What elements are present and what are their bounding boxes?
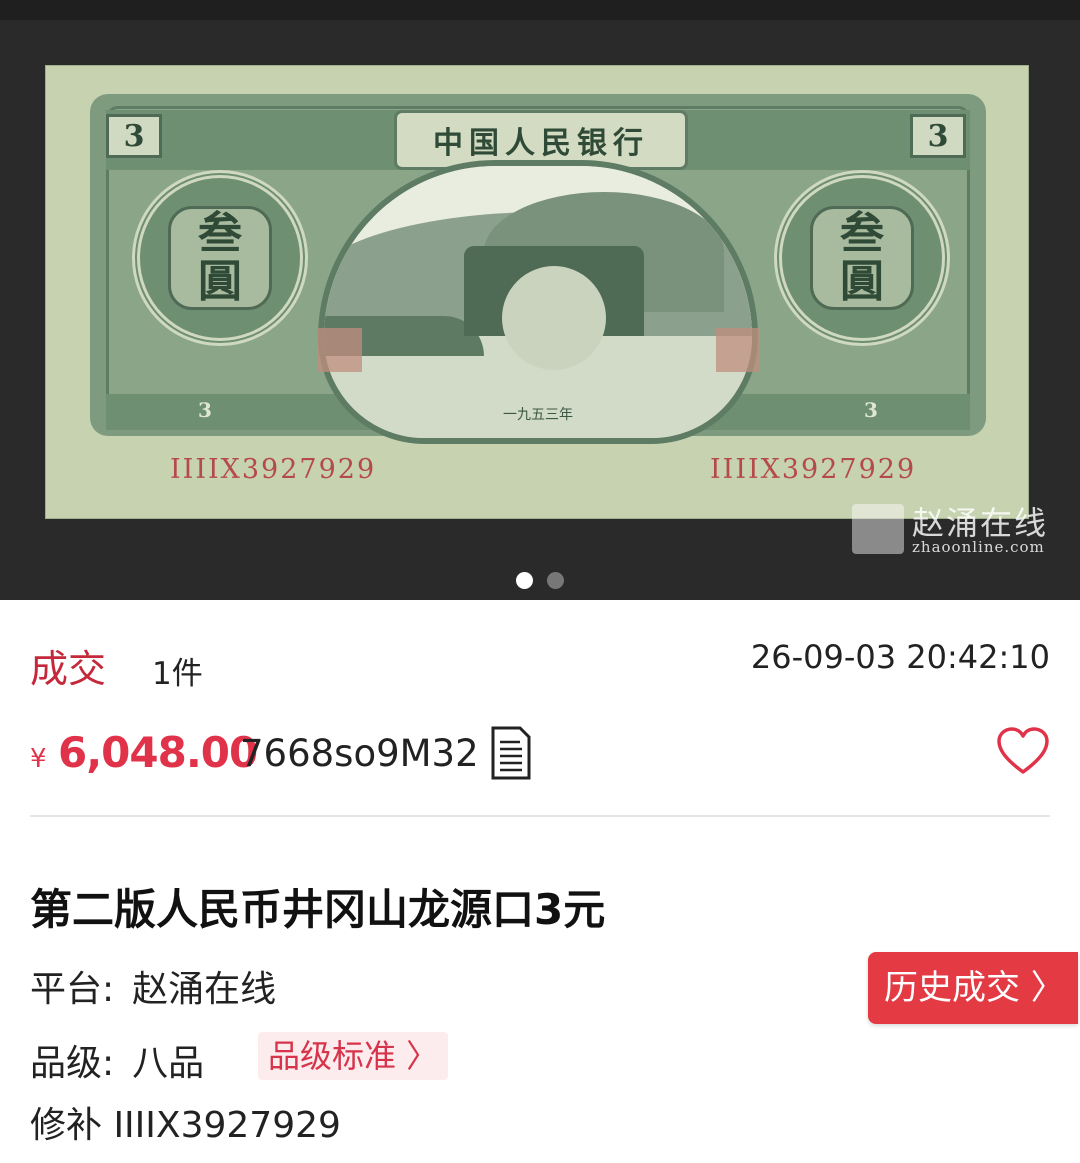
grade-row: 品级: 八品 bbox=[30, 1034, 204, 1086]
status-strip bbox=[0, 0, 1080, 20]
watermark-url: zhaoonline.com bbox=[912, 538, 1045, 556]
document-icon[interactable] bbox=[490, 726, 532, 780]
red-seal-left bbox=[318, 328, 362, 372]
item-title: 第二版人民币井冈山龙源口3元 bbox=[30, 885, 606, 934]
history-deals-button[interactable]: 历史成交 〉 bbox=[868, 952, 1078, 1024]
deal-status-label: 成交 bbox=[30, 647, 107, 691]
image-carousel[interactable]: 3 3 中国人民银行 叁 圓 叁 圓 一九五三年 3 3 IIIIX392792… bbox=[0, 0, 1080, 600]
issue-year: 一九五三年 bbox=[503, 407, 573, 423]
lot-code: 7668so9M32 bbox=[240, 732, 479, 775]
serial-number-right: IIIIX3927929 bbox=[710, 454, 917, 485]
platform-row: 平台: 赵涌在线 bbox=[30, 960, 276, 1012]
price-value: 6,048.00 bbox=[58, 728, 258, 777]
corner-numeral-left: 3 bbox=[106, 114, 162, 158]
platform-value: 赵涌在线 bbox=[132, 969, 277, 1010]
deal-count: 1件 bbox=[152, 656, 203, 692]
denomination-char: 叁 bbox=[840, 208, 884, 259]
carousel-dot-active[interactable] bbox=[516, 572, 533, 589]
banknote-image[interactable]: 3 3 中国人民银行 叁 圓 叁 圓 一九五三年 3 3 IIIIX392792… bbox=[46, 66, 1028, 518]
carousel-indicator bbox=[0, 572, 1080, 592]
platform-label: 平台: bbox=[30, 969, 115, 1010]
price-row: ¥ 6,048.00 7668so9M32 bbox=[30, 722, 1050, 792]
grade-label: 品级: bbox=[30, 1043, 115, 1084]
divider bbox=[30, 815, 1050, 817]
watermark-logo-icon bbox=[852, 504, 904, 554]
currency-symbol: ¥ bbox=[30, 744, 47, 774]
deal-row: 成交 1件 26-09-03 20:42:10 bbox=[30, 636, 1050, 696]
corner-numeral-right: 3 bbox=[910, 114, 966, 158]
deal-timestamp: 26-09-03 20:42:10 bbox=[750, 638, 1050, 676]
red-seal-right bbox=[716, 328, 760, 372]
denomination-char: 叁 bbox=[198, 208, 242, 259]
grade-standard-link[interactable]: 品级标准 〉 bbox=[258, 1032, 449, 1080]
bottom-numeral-right: 3 bbox=[864, 398, 878, 422]
landscape-vignette: 一九五三年 bbox=[318, 160, 758, 444]
grade-value: 八品 bbox=[132, 1043, 205, 1084]
denomination-rosette-left: 叁 圓 bbox=[132, 170, 308, 346]
repair-row: 修补 IIIIX3927929 bbox=[30, 1105, 341, 1146]
denomination-char: 圓 bbox=[198, 256, 242, 307]
denomination-rosette-right: 叁 圓 bbox=[774, 170, 950, 346]
watermark: 赵涌在线 zhaoonline.com bbox=[852, 498, 1072, 560]
carousel-dot[interactable] bbox=[547, 572, 564, 589]
serial-number-left: IIIIX3927929 bbox=[170, 454, 377, 485]
bottom-numeral-left: 3 bbox=[198, 398, 212, 422]
denomination-char: 圓 bbox=[840, 256, 884, 307]
heart-icon[interactable] bbox=[996, 726, 1050, 776]
